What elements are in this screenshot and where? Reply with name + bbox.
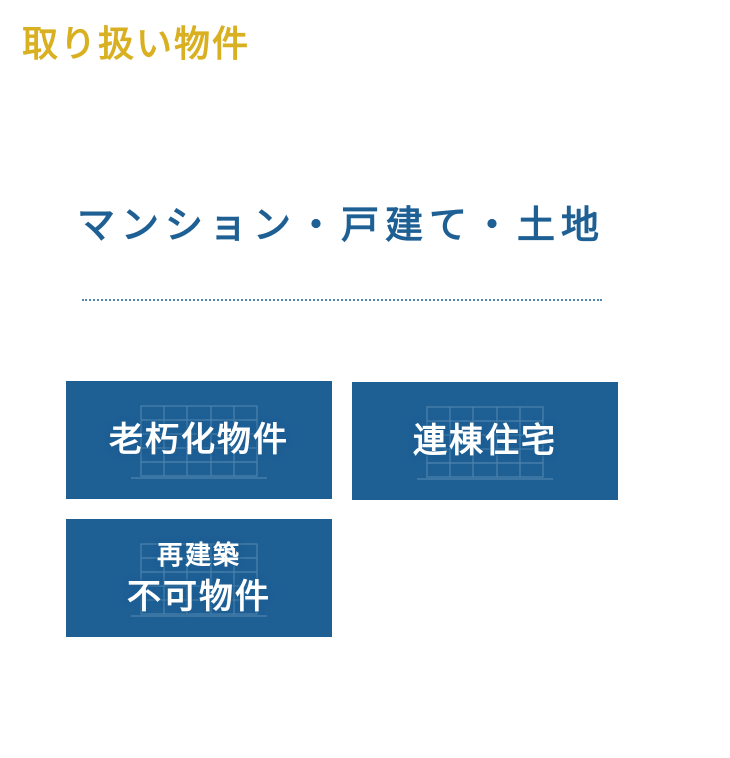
- card-label-line1: 再建築: [156, 541, 241, 571]
- card-label: 連棟住宅: [413, 421, 557, 461]
- card-row-house[interactable]: 連棟住宅: [352, 382, 618, 500]
- card-label-line2: 不可物件: [127, 577, 271, 617]
- card-label: 老朽化物件: [109, 420, 289, 460]
- section-title: 取り扱い物件: [22, 23, 251, 65]
- card-non-rebuildable-property[interactable]: 再建築 不可物件: [66, 519, 332, 637]
- dotted-divider: [82, 299, 602, 301]
- category-heading: マンション・戸建て・土地: [76, 202, 605, 247]
- card-dilapidated-property[interactable]: 老朽化物件: [66, 381, 332, 499]
